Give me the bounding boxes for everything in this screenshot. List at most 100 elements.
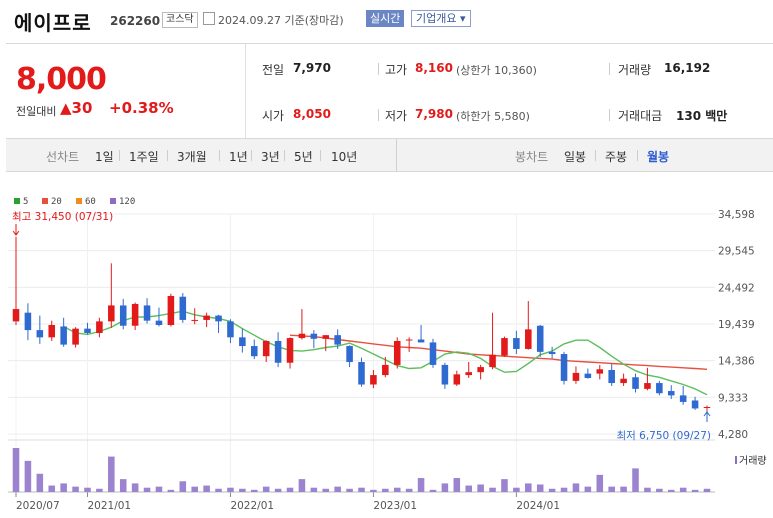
tab-1y[interactable]: 1년: [229, 148, 248, 165]
volume-bar: [143, 487, 151, 492]
volume-bar: [60, 483, 67, 492]
volume-bar: [477, 484, 484, 492]
tab-monthly[interactable]: 월봉: [647, 148, 669, 165]
low-value: 7,980: [415, 107, 453, 121]
corp-info-dropdown[interactable]: 기업개요 ▾: [411, 10, 471, 27]
volume-bar: [644, 487, 651, 492]
open-label: 시가: [262, 109, 285, 123]
volume-bar: [465, 485, 473, 492]
volume-bar: [382, 488, 389, 492]
volume-bar: [179, 481, 187, 492]
lower-limit: (하한가 5,580): [456, 110, 530, 123]
tab-daily[interactable]: 일봉: [564, 148, 586, 165]
tab-weekly[interactable]: 주봉: [605, 148, 627, 165]
volume-bar: [108, 456, 115, 492]
candle-body: [274, 340, 282, 363]
candle-body: [584, 373, 592, 378]
volume-bar: [215, 488, 222, 492]
tab-1w[interactable]: 1주일: [129, 148, 159, 165]
open-value: 8,050: [293, 107, 331, 121]
tab-10y[interactable]: 10년: [331, 148, 357, 165]
diff-label: 전일대비: [16, 105, 57, 118]
tab-1d[interactable]: 1일: [95, 148, 114, 165]
high-value: 8,160: [415, 61, 453, 75]
candle-body: [691, 400, 699, 409]
x-tick-label: 2020/07: [16, 500, 60, 512]
candle-body: [620, 378, 627, 384]
candle-body: [12, 309, 20, 322]
candle-body: [108, 305, 115, 322]
candle-body: [441, 364, 449, 385]
candle-body: [310, 333, 318, 339]
legend-label-60: 60: [85, 197, 96, 207]
candle-body: [536, 325, 544, 352]
volume-legend-swatch: [735, 456, 737, 464]
candle-body: [346, 346, 353, 363]
volume-bar: [36, 473, 44, 492]
volume-bar: [167, 489, 175, 492]
market-badge: 코스닥: [162, 12, 198, 28]
tab-3m[interactable]: 3개월: [177, 148, 207, 165]
stock-header: 에이프로 262260 코스닥 2024.09.27 기준(장마감) 실시간 기…: [0, 0, 773, 36]
candle-body: [298, 333, 306, 339]
candle-body: [429, 342, 437, 365]
volume-bar: [191, 486, 198, 492]
candle-body: [286, 338, 294, 363]
candle-body: [334, 335, 341, 345]
volume-bar: [620, 486, 627, 492]
volume-bar: [298, 479, 306, 492]
volume-bar: [453, 478, 461, 492]
legend-swatch-5: [14, 198, 20, 204]
volume-bar: [703, 488, 711, 492]
candle-body: [477, 367, 484, 373]
candle-body: [370, 375, 377, 385]
candle-body: [203, 315, 210, 320]
high-annotation: 최고 31,450 (07/31): [12, 211, 113, 223]
volume-bar: [632, 468, 639, 492]
volume-bar: [596, 474, 604, 492]
volume-bar: [536, 484, 544, 492]
y-tick-label: 9,333: [718, 392, 748, 404]
volume-bar: [286, 487, 294, 492]
prev-close-label: 전일: [262, 63, 285, 77]
candle-body: [405, 339, 413, 341]
tab-3y[interactable]: 3년: [261, 148, 280, 165]
realtime-button[interactable]: 실시간: [366, 10, 405, 27]
candle-body: [417, 339, 425, 343]
diff-value: ▲30: [60, 99, 93, 117]
candle-body: [72, 328, 79, 345]
legend-swatch-20: [42, 198, 48, 204]
y-tick-label: 4,280: [718, 429, 748, 441]
tab-5y[interactable]: 5년: [294, 148, 313, 165]
volume-bar: [358, 487, 365, 492]
volume-bar: [12, 448, 20, 492]
volume-bar: [393, 487, 401, 492]
volume-bar: [429, 489, 437, 492]
low-annotation: 최저 6,750 (09/27): [616, 430, 711, 442]
high-label: 고가: [385, 63, 408, 77]
upper-limit: (상한가 10,360): [456, 64, 537, 77]
candle-body: [667, 391, 675, 396]
candle-body: [358, 362, 365, 385]
prev-close-value: 7,970: [293, 61, 331, 75]
line-chart-label: 선차트: [46, 150, 80, 164]
volume-bar: [96, 488, 103, 492]
candle-body: [48, 325, 56, 338]
candle-body: [131, 303, 139, 326]
x-tick-label: 2024/01: [516, 500, 560, 512]
current-price: 8,000: [16, 62, 107, 97]
volume-bar: [501, 479, 508, 492]
y-tick-label: 14,386: [718, 356, 755, 368]
legend-label-120: 120: [119, 197, 135, 207]
volume-bar: [370, 489, 377, 492]
candle-body: [548, 351, 556, 355]
volume-bar: [227, 487, 234, 492]
volume-bar: [334, 486, 341, 492]
candle-body: [322, 335, 330, 339]
candle-body: [191, 319, 198, 321]
volume-bar: [72, 486, 79, 492]
volume-bar: [84, 487, 91, 492]
candle-body: [84, 328, 91, 333]
candle-body: [227, 321, 234, 338]
volume-bar: [417, 478, 425, 492]
